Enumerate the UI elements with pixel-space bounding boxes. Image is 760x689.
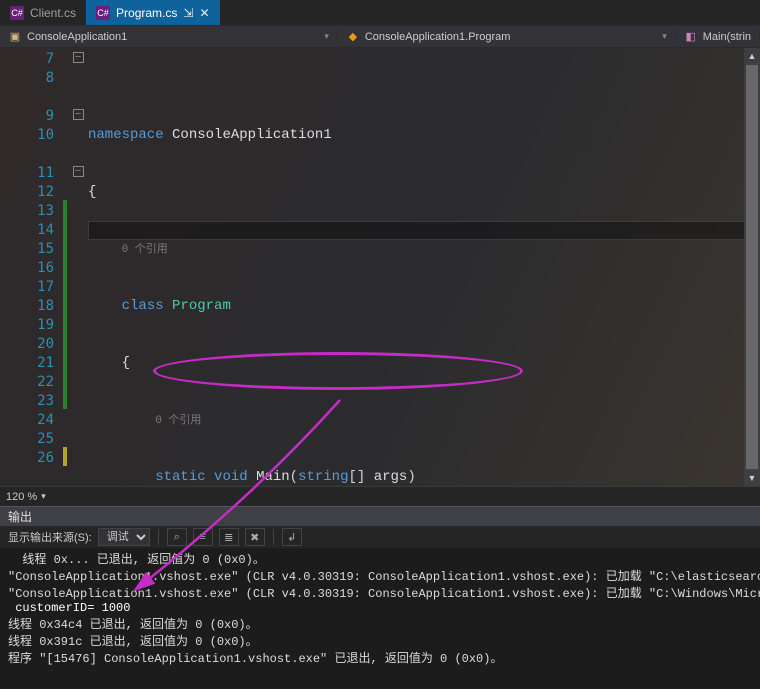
- pin-icon[interactable]: ⇲: [183, 6, 193, 20]
- fold-gutter: −−−: [68, 48, 88, 486]
- namespace-icon: ▣: [8, 30, 22, 43]
- class-icon: ◆: [346, 30, 360, 43]
- breadcrumb-method[interactable]: ◧ Main(strin: [676, 30, 760, 43]
- tab-strip: C# Client.cs C# Program.cs ⇲ ✕: [0, 0, 760, 26]
- zoom-level[interactable]: 120 %: [6, 491, 37, 503]
- tab-label: Program.cs: [116, 6, 177, 20]
- output-panel-title: 输出: [0, 506, 760, 526]
- find-button[interactable]: ⌕: [167, 528, 187, 546]
- vertical-scrollbar[interactable]: ▲ ▼: [744, 48, 760, 486]
- output-source-select[interactable]: 调试: [98, 528, 150, 546]
- goto-next-button[interactable]: ≣: [219, 528, 239, 546]
- scroll-down-icon[interactable]: ▼: [744, 470, 760, 486]
- goto-prev-button[interactable]: ≡: [193, 528, 213, 546]
- tab-label: Client.cs: [30, 6, 76, 20]
- scroll-up-icon[interactable]: ▲: [744, 48, 760, 64]
- csharp-icon: C#: [96, 6, 110, 20]
- chevron-down-icon[interactable]: ▾: [41, 491, 46, 502]
- output-console[interactable]: 线程 0x... 已退出, 返回值为 0 (0x0)。"ConsoleAppli…: [0, 548, 760, 688]
- method-icon: ◧: [684, 30, 698, 43]
- close-icon[interactable]: ✕: [199, 6, 209, 20]
- tab-client-cs[interactable]: C# Client.cs: [0, 0, 86, 25]
- breadcrumb-namespace[interactable]: ▣ ConsoleApplication1 ▾: [0, 30, 338, 43]
- breadcrumb-label: ConsoleApplication1: [27, 31, 127, 43]
- line-number-gutter: 7891011121314151617181920212223242526: [0, 48, 62, 486]
- breadcrumb-class[interactable]: ◆ ConsoleApplication1.Program ▾: [338, 30, 676, 43]
- output-source-label: 显示输出来源(S):: [8, 529, 92, 545]
- chevron-down-icon: ▾: [662, 31, 667, 42]
- clear-all-button[interactable]: ✖: [245, 528, 265, 546]
- output-toolbar: 显示输出来源(S): 调试 ⌕ ≡ ≣ ✖ ↲: [0, 526, 760, 548]
- current-line-highlight: [88, 221, 760, 240]
- scrollbar-thumb[interactable]: [746, 65, 758, 469]
- breadcrumb: ▣ ConsoleApplication1 ▾ ◆ ConsoleApplica…: [0, 26, 760, 48]
- chevron-down-icon: ▾: [324, 31, 329, 42]
- breadcrumb-label: Main(strin: [703, 31, 751, 43]
- toggle-wordwrap-button[interactable]: ↲: [282, 528, 302, 546]
- code-editor[interactable]: 7891011121314151617181920212223242526 −−…: [0, 48, 760, 486]
- breadcrumb-label: ConsoleApplication1.Program: [365, 31, 511, 43]
- code-pane[interactable]: namespace ConsoleApplication1 { 0 个引用 cl…: [88, 48, 760, 486]
- csharp-icon: C#: [10, 6, 24, 20]
- zoom-bar: 120 % ▾: [0, 486, 760, 506]
- tab-program-cs[interactable]: C# Program.cs ⇲ ✕: [86, 0, 219, 25]
